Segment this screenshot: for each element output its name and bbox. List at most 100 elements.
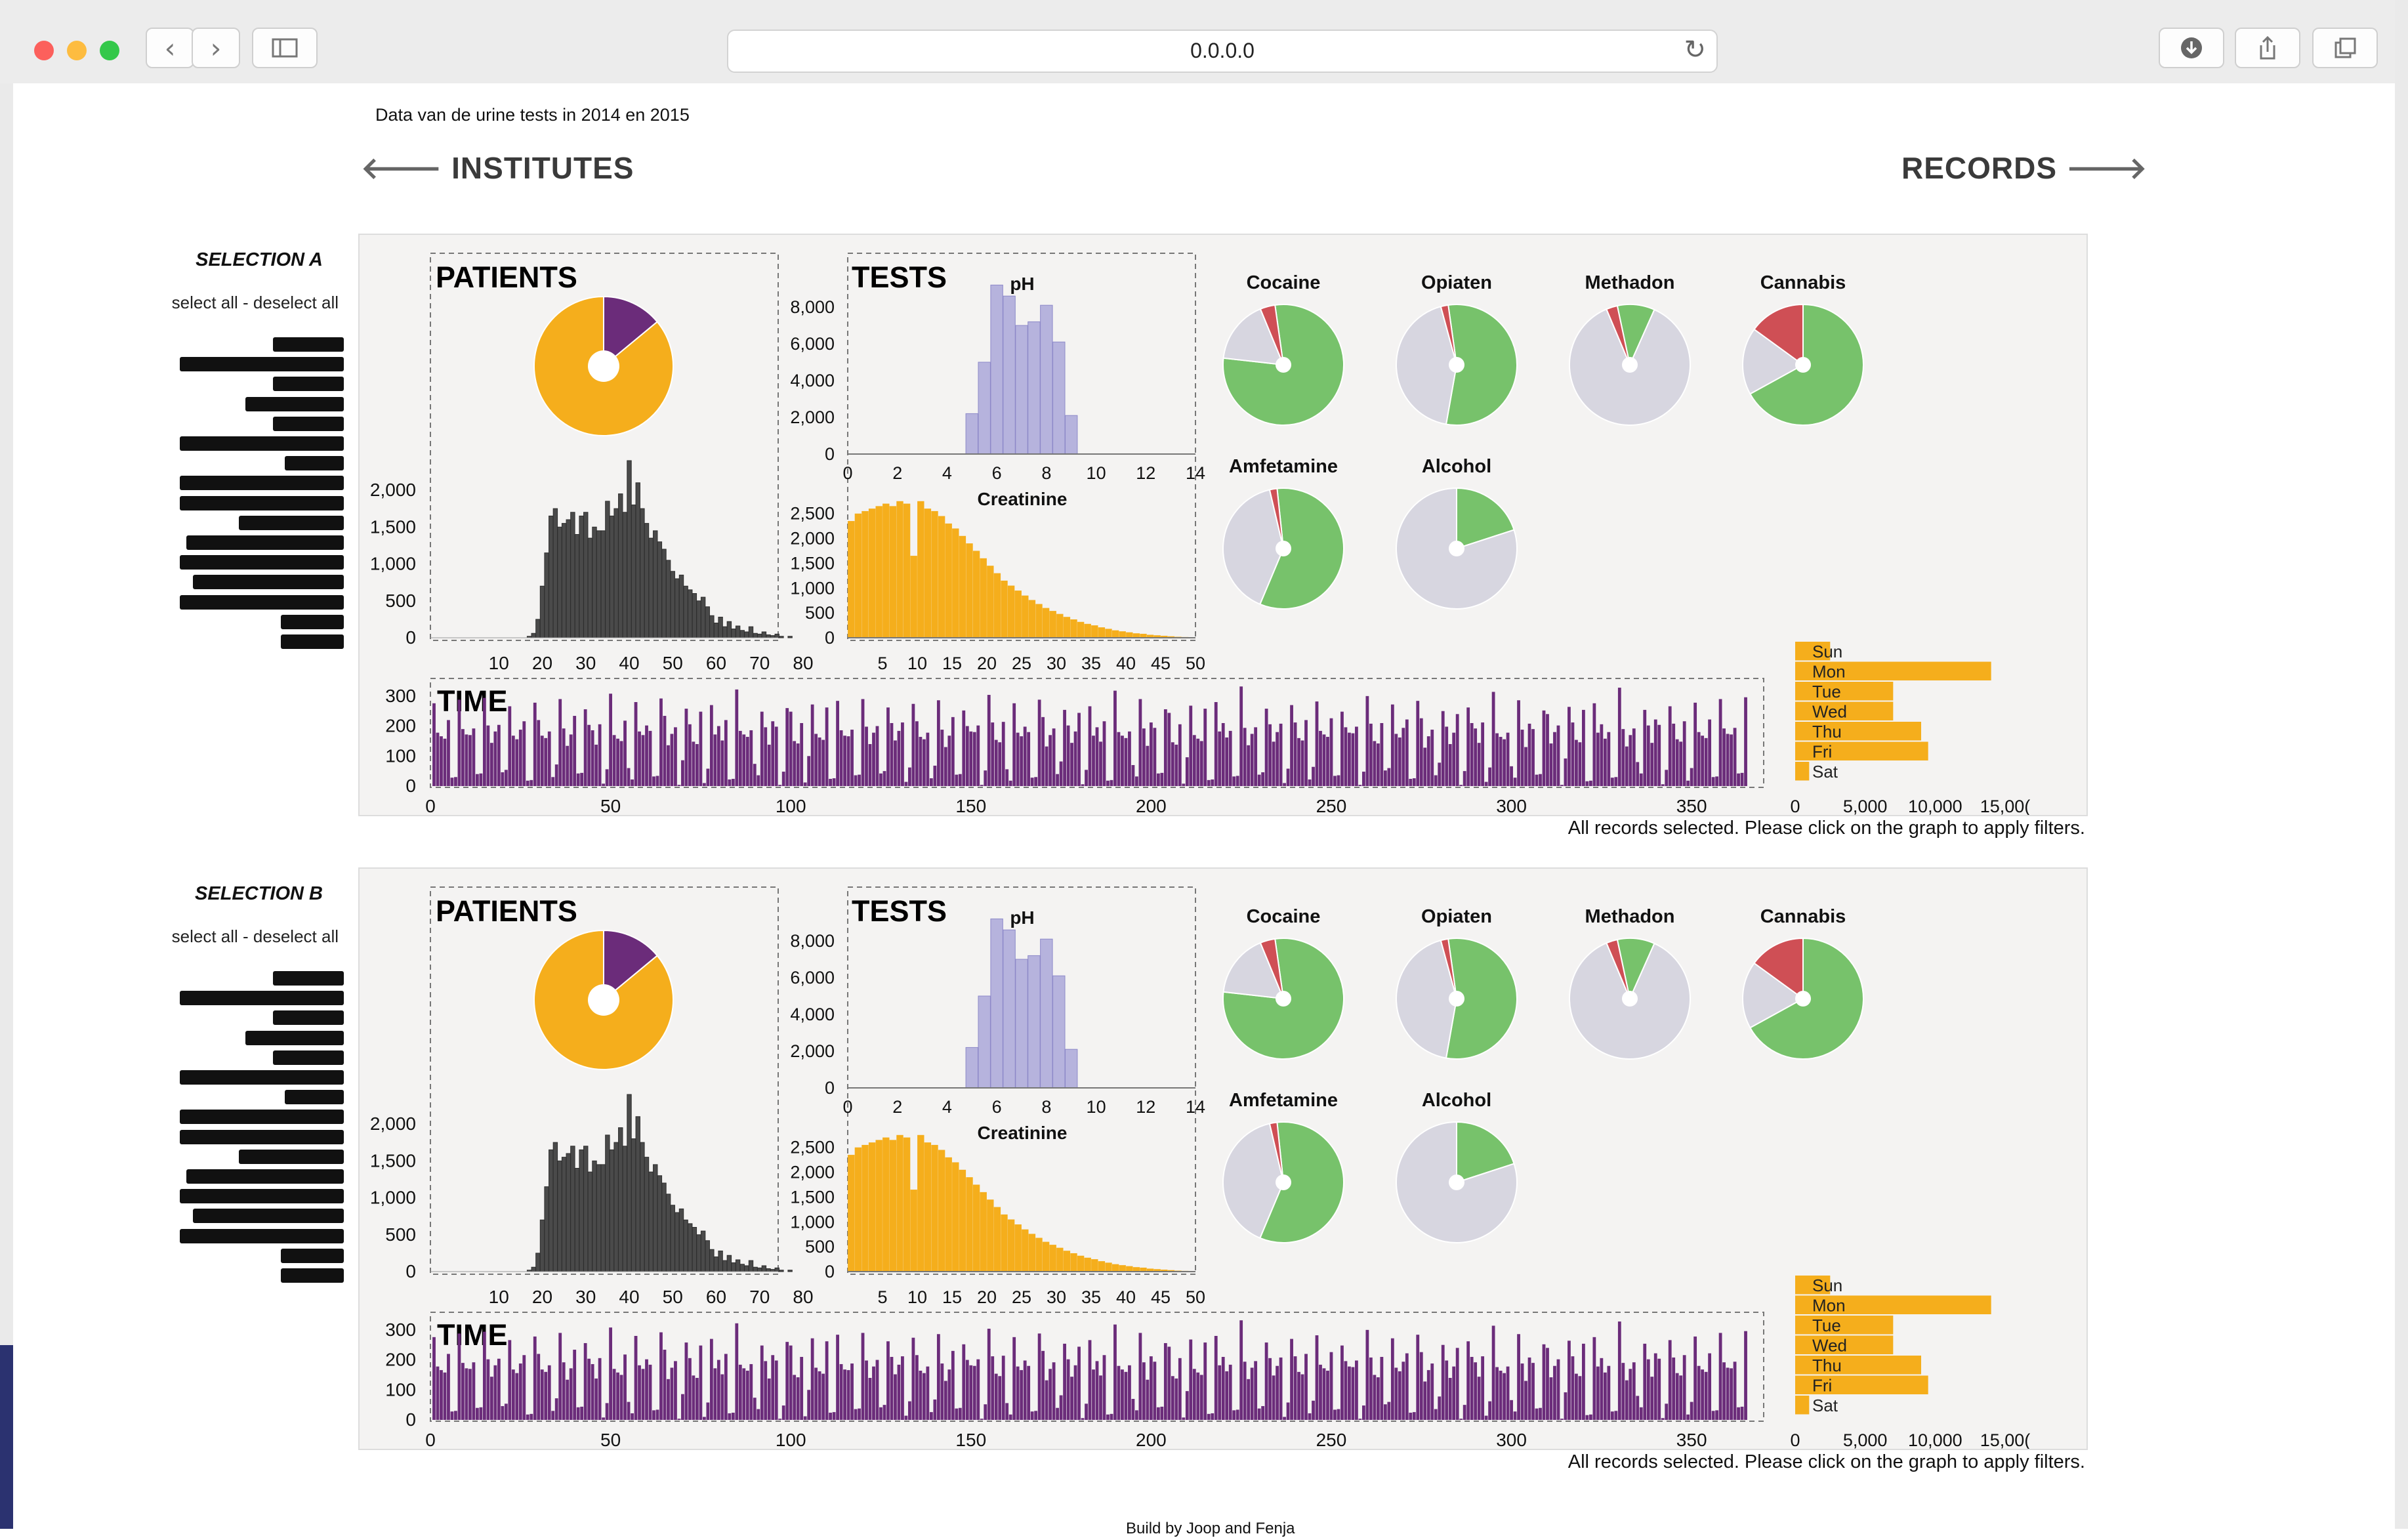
a-creatinine-bar[interactable]	[931, 510, 938, 638]
a-time-bar[interactable]	[529, 779, 533, 786]
a-time-bar[interactable]	[1567, 707, 1571, 786]
b-time-bar[interactable]	[1073, 1365, 1077, 1420]
b-time-bar[interactable]	[1110, 1413, 1113, 1420]
b-time-bar[interactable]	[1556, 1359, 1560, 1420]
b-time-bar[interactable]	[1276, 1365, 1279, 1420]
b-time-bar[interactable]	[472, 1362, 476, 1420]
a-time-bar[interactable]	[1737, 773, 1740, 786]
b-time-bar[interactable]	[508, 1340, 512, 1420]
a-time-bar[interactable]	[886, 707, 890, 786]
a-age-bar[interactable]	[531, 633, 536, 638]
b-age-bar[interactable]	[579, 1149, 584, 1272]
a-time-bar[interactable]	[716, 726, 720, 786]
a-time-bar[interactable]	[1390, 704, 1394, 786]
b-creatinine-bar[interactable]	[1091, 1259, 1098, 1272]
b-weekday-bar[interactable]	[1795, 1396, 1810, 1415]
a-time-bar[interactable]	[1156, 773, 1160, 786]
b-creatinine-bar[interactable]	[924, 1142, 932, 1272]
institute-item-redacted[interactable]	[180, 594, 344, 610]
a-age-bar[interactable]	[675, 578, 680, 638]
b-time-bar[interactable]	[1679, 1375, 1683, 1420]
a-time-bar[interactable]	[645, 725, 648, 786]
institute-item-redacted[interactable]	[180, 357, 344, 372]
b-time-bar[interactable]	[1117, 1365, 1121, 1420]
b-time-bar[interactable]	[1657, 1358, 1661, 1420]
a-time-bar[interactable]	[1517, 700, 1520, 786]
a-creatinine-bar[interactable]	[1028, 600, 1036, 638]
a-creatinine-bar[interactable]	[987, 566, 994, 638]
a-time-bar[interactable]	[814, 734, 818, 786]
selection-a-select-toggle[interactable]: select all - deselect all	[105, 293, 339, 313]
b-time-bar[interactable]	[810, 1338, 814, 1420]
a-time-bar[interactable]	[839, 730, 843, 786]
a-creatinine-bar[interactable]	[980, 558, 987, 638]
a-ph-bar[interactable]	[1003, 295, 1016, 455]
a-time-bar[interactable]	[818, 737, 821, 786]
a-time-bar[interactable]	[1110, 779, 1113, 786]
a-time-bar[interactable]	[1261, 772, 1265, 786]
b-age-bar[interactable]	[596, 1164, 602, 1272]
b-time-bar[interactable]	[1412, 1412, 1416, 1420]
a-time-bar[interactable]	[911, 703, 915, 786]
a-time-bar[interactable]	[1228, 730, 1232, 786]
b-age-bar[interactable]	[566, 1153, 571, 1272]
b-time-bar[interactable]	[1221, 1357, 1225, 1420]
b-time-bar[interactable]	[1077, 1346, 1081, 1420]
b-time-bar[interactable]	[1016, 1366, 1020, 1420]
b-time-bar[interactable]	[781, 1405, 785, 1420]
b-time-bar[interactable]	[1665, 1403, 1669, 1420]
b-time-bar[interactable]	[457, 1333, 461, 1420]
b-time-bar[interactable]	[663, 1350, 667, 1420]
b-creatinine-bar[interactable]	[903, 1137, 911, 1272]
a-time-bar[interactable]	[605, 769, 609, 786]
institute-item-redacted[interactable]	[245, 1030, 344, 1045]
b-ph-bar[interactable]	[1015, 959, 1028, 1089]
a-weekday-bar[interactable]	[1795, 762, 1810, 781]
b-time-bar[interactable]	[547, 1365, 551, 1420]
a-creatinine-bar[interactable]	[896, 501, 903, 638]
a-time-bar[interactable]	[1665, 770, 1669, 786]
a-time-bar[interactable]	[472, 728, 476, 786]
a-time-bar[interactable]	[1322, 734, 1326, 786]
b-age-bar[interactable]	[766, 1268, 771, 1272]
a-time-bar[interactable]	[922, 739, 926, 786]
a-time-bar[interactable]	[1690, 768, 1693, 786]
b-time-bar[interactable]	[1045, 1380, 1048, 1420]
b-age-bar[interactable]	[549, 1149, 554, 1272]
b-time-bar[interactable]	[526, 1414, 529, 1420]
b-time-bar[interactable]	[1192, 1369, 1196, 1420]
a-age-bar[interactable]	[683, 585, 688, 638]
b-time-bar[interactable]	[1607, 1365, 1611, 1420]
a-creatinine-bar[interactable]	[903, 503, 911, 638]
a-age-bar[interactable]	[583, 512, 589, 638]
b-time-bar[interactable]	[821, 1373, 825, 1420]
b-age-bar[interactable]	[779, 1270, 784, 1272]
a-time-bar[interactable]	[1643, 709, 1647, 786]
a-time-bar[interactable]	[778, 785, 782, 786]
b-time-bar[interactable]	[1672, 1357, 1676, 1420]
b-age-bar[interactable]	[774, 1267, 779, 1272]
a-time-bar[interactable]	[1045, 746, 1048, 786]
a-time-bar[interactable]	[940, 730, 944, 786]
a-time-bar[interactable]	[1066, 725, 1070, 786]
a-time-bar[interactable]	[875, 726, 879, 786]
a-time-bar[interactable]	[1095, 727, 1099, 786]
a-time-bar[interactable]	[1539, 774, 1542, 786]
b-age-bar[interactable]	[622, 1146, 628, 1272]
a-time-bar[interactable]	[854, 775, 858, 786]
a-time-bar[interactable]	[1621, 729, 1625, 786]
institute-item-redacted[interactable]	[193, 1209, 344, 1224]
a-time-bar[interactable]	[1153, 728, 1157, 786]
a-time-bar[interactable]	[558, 699, 562, 786]
a-age-bar[interactable]	[744, 631, 749, 638]
b-time-bar[interactable]	[1023, 1360, 1027, 1420]
a-age-bar[interactable]	[618, 493, 623, 638]
b-time-bar[interactable]	[1124, 1371, 1128, 1420]
a-time-bar[interactable]	[1733, 728, 1737, 786]
a-age-bar[interactable]	[644, 523, 650, 638]
b-time-bar[interactable]	[1693, 1336, 1697, 1420]
b-time-bar[interactable]	[529, 1413, 533, 1420]
b-time-bar[interactable]	[1383, 1404, 1387, 1420]
b-time-bar[interactable]	[1142, 1362, 1146, 1420]
b-time-bar[interactable]	[627, 1402, 631, 1420]
